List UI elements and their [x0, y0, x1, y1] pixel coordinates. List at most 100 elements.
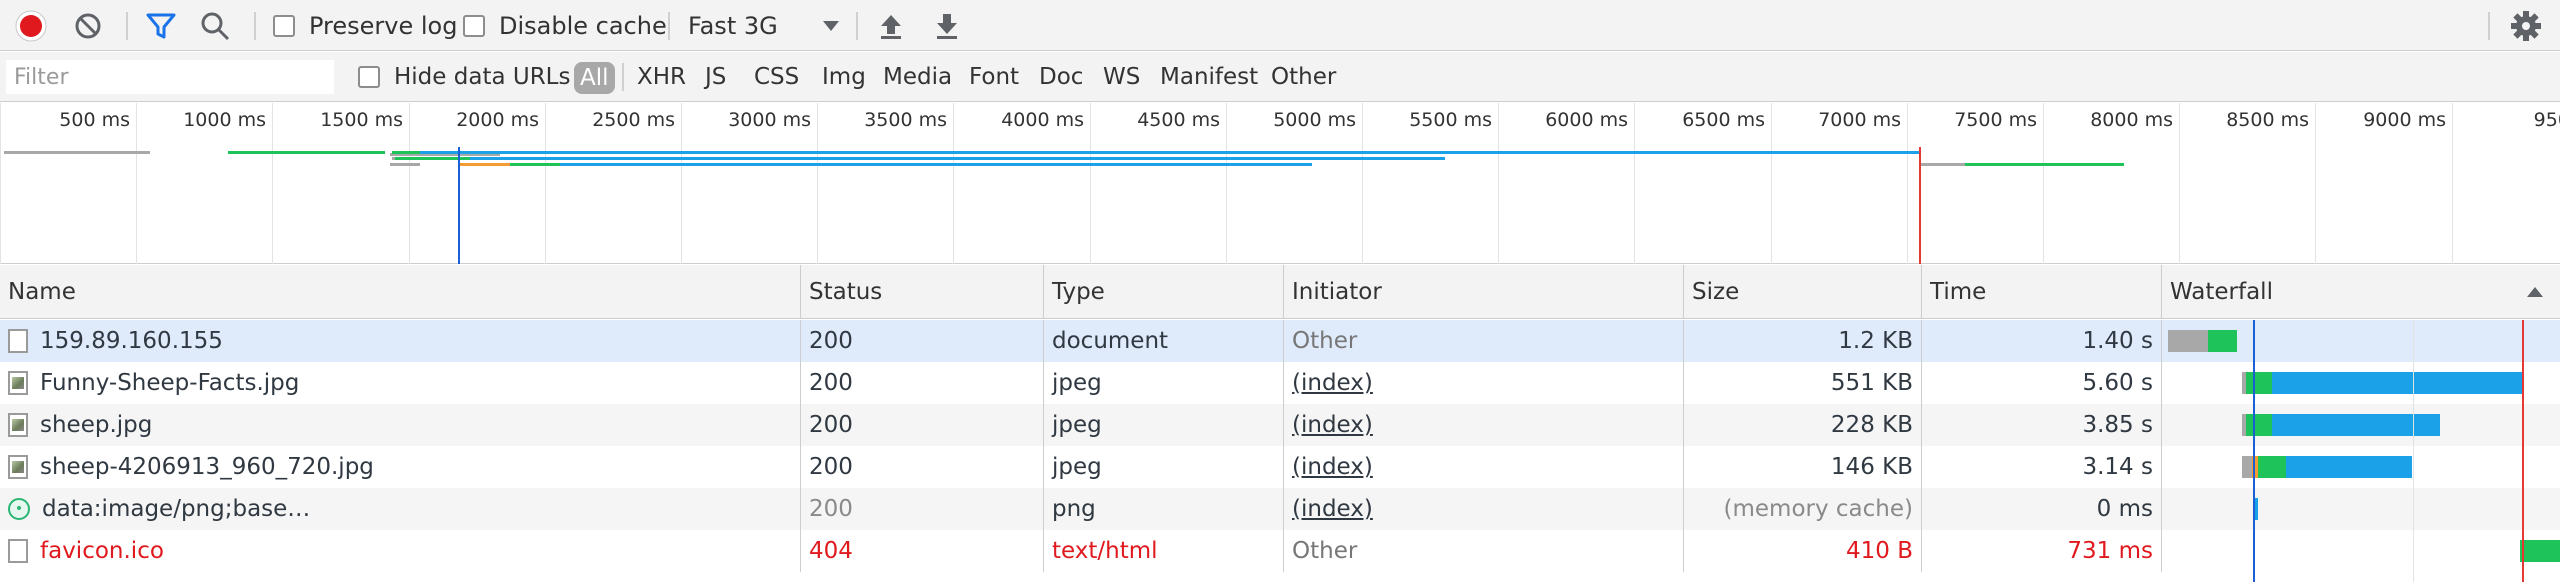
filter-type-xhr[interactable]: XHR: [637, 52, 686, 102]
filter-type-media[interactable]: Media: [883, 52, 952, 102]
cell-time-text: 731 ms: [2067, 538, 2153, 564]
filter-type-css[interactable]: CSS: [754, 52, 799, 102]
initiator-link[interactable]: (index): [1292, 454, 1373, 480]
cell-size-text: 551 KB: [1830, 370, 1913, 396]
table-row[interactable]: sheep.jpg 200 jpeg (index) 228 KB 3.85 s: [0, 404, 2560, 446]
cell-size-text: 146 KB: [1830, 454, 1913, 480]
clear-icon: [75, 13, 101, 38]
hide-data-urls-label: Hide data URLs: [394, 64, 571, 90]
column-header-waterfall[interactable]: Waterfall: [2162, 265, 2560, 319]
column-header-status[interactable]: Status: [801, 265, 1044, 319]
disable-cache-checkbox[interactable]: Disable cache: [463, 0, 667, 51]
cell-initiator: (index): [1284, 404, 1684, 446]
cell-name-text: sheep.jpg: [40, 412, 153, 438]
search-icon: [201, 12, 230, 40]
overview-timeline[interactable]: 500 ms 1000 ms 1500 ms 2000 ms 2500 ms 3000 m…: [0, 103, 2560, 264]
overview-tick-label: 1000 ms: [183, 109, 266, 131]
chevron-down-icon: [823, 20, 839, 31]
preserve-log-checkbox[interactable]: Preserve log: [273, 0, 457, 51]
hide-data-urls-checkbox[interactable]: Hide data URLs: [358, 52, 570, 102]
column-header-type[interactable]: Type: [1044, 265, 1284, 319]
overview-activity-bar: [420, 151, 1920, 154]
toolbar-divider: [668, 12, 670, 40]
cell-size: 551 KB: [1684, 362, 1922, 404]
overview-activity-bar: [1920, 163, 1965, 166]
disable-cache-box[interactable]: [463, 14, 485, 37]
cell-type-text: document: [1052, 328, 1169, 354]
waterfall-segment: [2258, 456, 2286, 478]
cell-time: 5.60 s: [1922, 362, 2162, 404]
cell-name: 159.89.160.155: [0, 320, 801, 362]
table-row[interactable]: • data:image/png;base… 200 png (index) (memor…: [0, 488, 2560, 530]
search-button[interactable]: [199, 0, 231, 51]
initiator-link[interactable]: (index): [1292, 496, 1373, 522]
filter-type-img[interactable]: Img: [822, 52, 866, 102]
waterfall-segment: [2246, 414, 2272, 436]
filter-type-doc[interactable]: Doc: [1039, 52, 1083, 102]
gear-icon: [2511, 10, 2541, 41]
filter-type-other[interactable]: Other: [1271, 52, 1336, 102]
filter-input[interactable]: [6, 60, 334, 94]
filter-type-ws[interactable]: WS: [1103, 52, 1140, 102]
overview-tick-label: 5500 ms: [1409, 109, 1492, 131]
filter-icon: [146, 13, 176, 38]
cell-time: 0 ms: [1922, 488, 2162, 530]
column-header-size[interactable]: Size: [1684, 265, 1922, 319]
table-row[interactable]: Funny-Sheep-Facts.jpg 200 jpeg (index) 551 K…: [0, 362, 2560, 404]
data-url-icon: •: [8, 498, 30, 520]
cell-size-text: 1.2 KB: [1838, 328, 1913, 354]
hide-data-urls-box[interactable]: [358, 66, 380, 88]
cell-name-text: data:image/png;base…: [42, 496, 311, 522]
cell-status: 200: [801, 362, 1044, 404]
initiator-link[interactable]: (index): [1292, 412, 1373, 438]
document-icon: [8, 329, 28, 353]
column-header-name[interactable]: Name: [0, 265, 801, 319]
cell-type-text: png: [1052, 496, 1096, 522]
import-har-button[interactable]: [878, 0, 904, 51]
cell-type: png: [1044, 488, 1284, 530]
column-header-time[interactable]: Time: [1922, 265, 2162, 319]
filter-type-manifest[interactable]: Manifest: [1160, 52, 1258, 102]
import-har-icon: [881, 14, 901, 39]
cell-initiator: Other: [1284, 320, 1684, 362]
record-button[interactable]: [14, 0, 48, 51]
initiator-link[interactable]: (index): [1292, 370, 1373, 396]
table-row[interactable]: sheep-4206913_960_720.jpg 200 jpeg (index) 1…: [0, 446, 2560, 488]
throttling-select[interactable]: Fast 3G: [688, 0, 840, 51]
cell-time: 731 ms: [1922, 530, 2162, 572]
settings-button[interactable]: [2510, 0, 2542, 51]
filter-type-font[interactable]: Font: [969, 52, 1019, 102]
export-har-button[interactable]: [934, 0, 960, 51]
overview-tick-label: 5000 ms: [1273, 109, 1356, 131]
preserve-log-box[interactable]: [273, 14, 295, 37]
overview-gridline: [2043, 103, 2044, 264]
filter-bar: Hide data URLs All XHR JS CSS Img Media …: [0, 52, 2560, 102]
cell-size: 228 KB: [1684, 404, 1922, 446]
clear-button[interactable]: [72, 0, 104, 51]
image-icon: [8, 413, 28, 437]
cell-size: 1.2 KB: [1684, 320, 1922, 362]
cell-time-text: 3.14 s: [2082, 454, 2153, 480]
cell-initiator: Other: [1284, 530, 1684, 572]
preserve-log-label: Preserve log: [309, 11, 458, 40]
image-icon: [8, 371, 28, 395]
table-row[interactable]: favicon.ico 404 text/html Other 410 B 731 ms: [0, 530, 2560, 572]
overview-activity-bar: [390, 163, 420, 166]
cell-type: text/html: [1044, 530, 1284, 572]
load-event-line: [1919, 147, 1921, 264]
cell-initiator: (index): [1284, 362, 1684, 404]
filter-type-js[interactable]: JS: [705, 52, 726, 102]
filter-type-all[interactable]: All: [574, 62, 615, 94]
overview-tick-label: 4000 ms: [1001, 109, 1084, 131]
cell-type-text: jpeg: [1052, 412, 1102, 438]
cell-time-text: 1.40 s: [2082, 328, 2153, 354]
cell-waterfall: [2162, 362, 2560, 404]
cell-size-text: (memory cache): [1723, 496, 1913, 522]
table-row[interactable]: 159.89.160.155 200 document Other 1.2 KB 1.40…: [0, 320, 2560, 362]
overview-gridline: [1634, 103, 1635, 264]
cell-name-text: favicon.ico: [40, 538, 164, 564]
filter-toggle-button[interactable]: [145, 0, 177, 51]
overview-tick-label: 6000 ms: [1545, 109, 1628, 131]
network-toolbar: Preserve log Disable cache Fast 3G: [0, 0, 2560, 51]
column-header-initiator[interactable]: Initiator: [1284, 265, 1684, 319]
